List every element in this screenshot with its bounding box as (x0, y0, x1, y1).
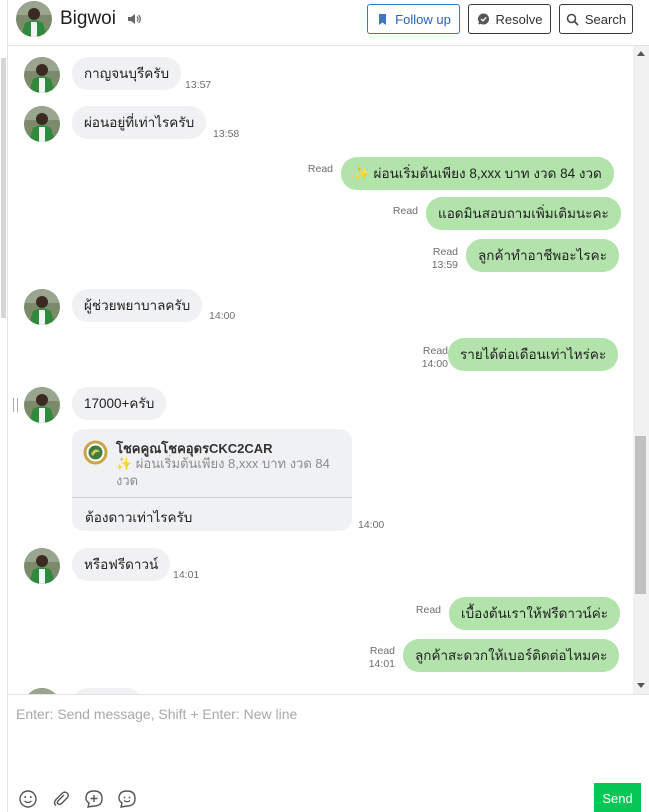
bookmark-icon (379, 13, 387, 25)
read-status: Read 14:01 (369, 645, 395, 671)
chat-window: Bigwoi Follow up Resolve Search กาญจนบุร… (0, 0, 649, 812)
message-bubble-outgoing[interactable]: เบื้องต้นเราให้ฟรีดาวน์ค่ะ (449, 597, 621, 630)
follow-up-label: Follow up (395, 11, 451, 27)
message-bubble-outgoing[interactable]: ลูกค้าสะดวกให้เบอร์ติดต่อไหมคะ (403, 639, 620, 672)
message-time: 14:01 (173, 569, 200, 581)
left-scrollbar[interactable] (0, 0, 8, 812)
message-bubble-incoming[interactable]: หรือฟรีดาวน์ (72, 548, 171, 581)
read-label: Read (432, 246, 458, 258)
read-label: Read (369, 645, 395, 657)
sender-avatar[interactable] (24, 548, 60, 584)
reply-author-logo (83, 440, 108, 465)
read-status: Read (392, 205, 418, 217)
message-time: 14:00 (421, 358, 448, 370)
message-input[interactable] (8, 695, 649, 775)
send-button[interactable]: Send (594, 783, 641, 812)
contact-avatar[interactable] (16, 1, 52, 37)
read-status: Read (415, 604, 441, 616)
left-scrollbar-thumb[interactable] (1, 58, 6, 318)
chat-header: Bigwoi Follow up Resolve Search (8, 0, 649, 46)
message-time: 14:01 (368, 658, 395, 670)
scroll-up-arrow-icon[interactable] (637, 51, 645, 56)
message-scrollbar[interactable] (633, 46, 649, 694)
message-bubble-outgoing[interactable]: แอดมินสอบถามเพิ่มเติมนะคะ (426, 197, 621, 230)
message-bubble-incoming[interactable]: ผู้ช่วยพยาบาลครับ (72, 289, 203, 322)
message-bubble-outgoing[interactable]: ลูกค้าทำอาชีพอะไรคะ (466, 239, 619, 272)
reply-divider (72, 497, 352, 498)
message-time: 14:00 (358, 519, 385, 531)
scroll-down-arrow-icon[interactable] (637, 683, 645, 688)
reply-message-card[interactable]: โชคคูณโชคอุดรCKC2CAR ✨ ผ่อนเริ่มต้นเพียง… (72, 429, 352, 531)
message-time: 13:59 (431, 259, 458, 271)
resolve-label: Resolve (495, 11, 543, 27)
message-bubble-incoming[interactable]: กาญจนบุรีครับ (72, 57, 182, 90)
chat-check-icon (477, 13, 489, 25)
message-composer: Send (8, 694, 649, 812)
message-time: 13:58 (213, 128, 240, 140)
follow-up-button[interactable]: Follow up (367, 4, 460, 34)
read-label: Read (422, 345, 448, 357)
paperclip-icon[interactable] (51, 789, 71, 809)
sender-avatar[interactable] (24, 289, 60, 325)
message-list[interactable]: กาญจนบุรีครับ 13:57 ผ่อนอยู่ที่เท่าไรครั… (8, 46, 649, 694)
read-status: Read (307, 163, 333, 175)
resolve-button[interactable]: Resolve (468, 4, 551, 34)
read-status: Read 13:59 (432, 246, 458, 272)
sender-avatar[interactable] (24, 57, 60, 93)
message-time: 13:57 (185, 79, 212, 91)
message-bubble-incoming[interactable]: ผ่อนอยู่ที่เท่าไรครับ (72, 106, 207, 139)
chat-plus-icon[interactable] (84, 789, 104, 809)
contact-name: Bigwoi (60, 8, 116, 29)
read-status: Read 14:00 (422, 345, 448, 371)
search-icon (566, 13, 579, 26)
smiley-icon[interactable] (18, 789, 38, 809)
search-label: Search (584, 11, 627, 27)
speaker-icon[interactable] (126, 11, 142, 27)
message-bubble-outgoing[interactable]: ✨ ผ่อนเริ่มต้นเพียง 8,xxx บาท งวด 84 งวด (341, 157, 614, 190)
message-bubble-outgoing[interactable]: รายได้ต่อเดือนเท่าไหร่คะ (448, 338, 619, 371)
reply-quoted-text: ✨ ผ่อนเริ่มต้นเพียง 8,xxx บาท งวด 84 งวด (116, 456, 330, 488)
sender-avatar[interactable] (24, 387, 60, 423)
search-button[interactable]: Search (559, 4, 633, 34)
scrollbar-thumb[interactable] (635, 436, 646, 594)
message-bubble-incoming[interactable]: 17000+ครับ (72, 387, 167, 420)
sender-avatar[interactable] (24, 106, 60, 142)
drag-handle[interactable] (13, 398, 18, 412)
reply-message-text: ต้องดาวเท่าไรครับ (85, 510, 193, 525)
sticker-icon[interactable] (117, 789, 137, 809)
message-time: 14:00 (209, 310, 236, 322)
